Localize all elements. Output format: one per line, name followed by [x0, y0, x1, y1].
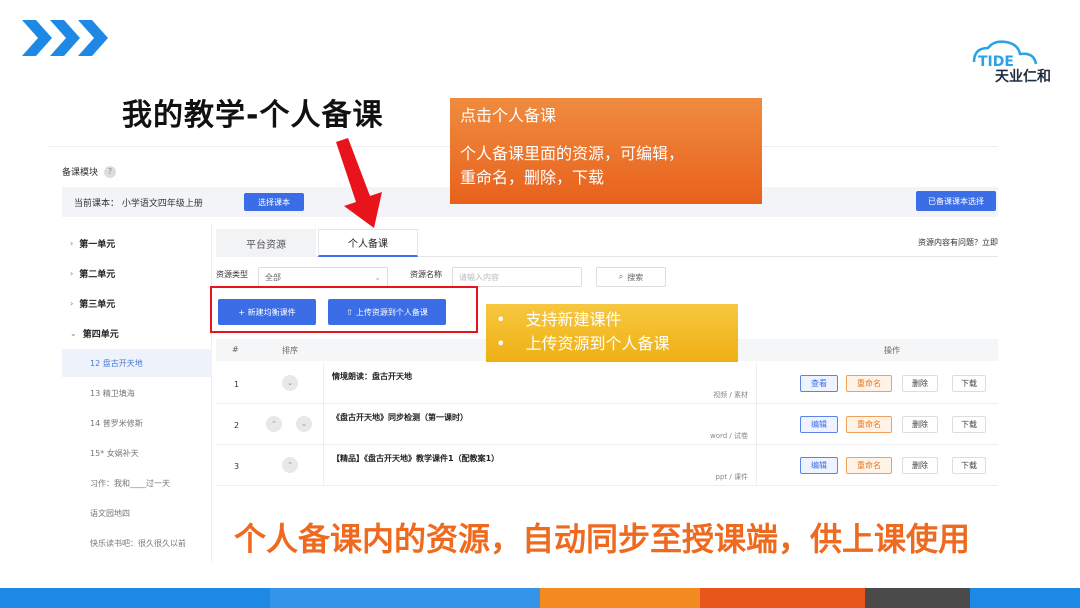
row-num: 3: [234, 462, 240, 471]
bullet-icon: •: [496, 334, 506, 353]
sidebar-item-label: 第三单元: [79, 299, 116, 310]
select-course-button[interactable]: 选择课本: [244, 193, 304, 211]
sidebar-item-garden[interactable]: 语文园地四: [62, 499, 212, 527]
resource-type-label: 资源类型: [216, 270, 248, 279]
search-button[interactable]: ⌕ 搜索: [596, 267, 666, 287]
delete-button[interactable]: 删除: [902, 457, 938, 474]
sidebar-item-reading[interactable]: 快乐读书吧：很久很久以前: [62, 529, 212, 557]
download-button[interactable]: 下载: [952, 457, 986, 474]
tab-platform-resources[interactable]: 平台资源: [216, 229, 316, 257]
callout-bullet-item: • 上传资源到个人备课: [496, 332, 728, 356]
header-sort: 排序: [282, 346, 298, 355]
orange-callout: 点击个人备课 个人备课里面的资源，可编辑， 重命名，删除，下载: [450, 98, 762, 204]
chevron-down-icon: ⌄: [70, 328, 77, 338]
delete-button[interactable]: 删除: [902, 416, 938, 433]
table-row: 3 ⌃ 【精品】《盘古开天地》教学课件1（配教案1） ppt / 课件 编辑 重…: [216, 445, 998, 486]
bullet-icon: •: [496, 310, 506, 329]
sidebar-item-unit-4[interactable]: ⌄ 第四单元: [62, 319, 212, 347]
search-icon: ⌕: [618, 272, 624, 281]
module-header: 备课模块 ?: [62, 165, 117, 178]
rename-button[interactable]: 重命名: [846, 457, 892, 474]
selected-course-button[interactable]: 已备课课本选择: [916, 191, 996, 211]
resource-title[interactable]: 《盘古开天地》同步检测（第一课时）: [332, 412, 468, 423]
move-up-icon[interactable]: ⌃: [266, 416, 282, 432]
chevron-arrows-icon: [22, 20, 108, 56]
sidebar-item-lesson-13[interactable]: 13 精卫填海: [62, 379, 212, 407]
bottom-caption: 个人备课内的资源，自动同步至授课端，供上课使用: [234, 520, 971, 558]
table-row: 2 ⌃ ⌄ 《盘古开天地》同步检测（第一课时） word / 试卷 编辑 重命名…: [216, 404, 998, 445]
resource-type: 视频 / 素材: [713, 391, 748, 399]
sidebar-item-unit-3[interactable]: › 第三单元: [62, 289, 212, 317]
callout-line: 重命名，删除，下载: [460, 168, 605, 187]
slide-title: 我的教学-个人备课: [122, 98, 384, 133]
callout-bullet-item: • 支持新建课件: [496, 308, 728, 332]
resource-name-input[interactable]: 请输入内容: [452, 267, 582, 287]
red-arrow-icon: [336, 138, 382, 228]
move-up-icon[interactable]: ⌃: [282, 457, 298, 473]
resource-type: word / 试卷: [709, 432, 748, 440]
chevron-right-icon: ›: [70, 238, 74, 248]
highlight-box: [210, 286, 478, 333]
move-down-icon[interactable]: ⌄: [296, 416, 312, 432]
sidebar-item-lesson-12[interactable]: 12 盘古开天地: [62, 349, 212, 377]
delete-button[interactable]: 删除: [902, 375, 938, 392]
callout-line: 点击个人备课: [460, 106, 557, 125]
resource-type: ppt / 课件: [715, 473, 748, 481]
sidebar-item-unit-1[interactable]: › 第一单元: [62, 229, 212, 257]
sidebar-item-composition[interactable]: 习作：我和____过一天: [62, 469, 212, 497]
yellow-callout: • 支持新建课件 • 上传资源到个人备课: [486, 304, 738, 362]
chevron-down-icon: ⌄: [374, 272, 381, 282]
sidebar-item-label: 第二单元: [79, 269, 116, 280]
column-divider: [323, 445, 324, 486]
column-divider: [756, 445, 757, 486]
sidebar-item-lesson-14[interactable]: 14 普罗米修斯: [62, 409, 212, 437]
rename-button[interactable]: 重命名: [846, 416, 892, 433]
callout-line: 上传资源到个人备课: [525, 334, 670, 353]
column-divider: [323, 363, 324, 404]
view-button[interactable]: 查看: [800, 375, 838, 392]
current-course-label: 当前课本： 小学语文四年级上册: [74, 199, 203, 209]
edit-button[interactable]: 编辑: [800, 457, 838, 474]
help-icon[interactable]: ?: [104, 165, 117, 178]
download-button[interactable]: 下载: [952, 375, 986, 392]
sidebar-item-unit-2[interactable]: › 第二单元: [62, 259, 212, 287]
rename-button[interactable]: 重命名: [846, 375, 892, 392]
resource-type-value: 全部: [265, 272, 281, 282]
column-divider: [756, 363, 757, 404]
row-num: 2: [234, 421, 240, 430]
header-num: #: [232, 345, 239, 354]
sidebar-item-lesson-15[interactable]: 15* 女娲补天: [62, 439, 212, 467]
download-button[interactable]: 下载: [952, 416, 986, 433]
column-divider: [323, 404, 324, 445]
sidebar-item-label: 第四单元: [82, 329, 119, 340]
move-down-icon[interactable]: ⌄: [282, 375, 298, 391]
callout-line: 支持新建课件: [525, 310, 622, 329]
bottom-color-bar: [0, 588, 1080, 608]
chevron-right-icon: ›: [70, 268, 74, 278]
feedback-notice[interactable]: 资源内容有问题？立即: [918, 237, 998, 248]
search-button-label: 搜索: [627, 272, 644, 282]
resource-title[interactable]: 情境朗读：盘古开天地: [332, 371, 412, 382]
table-row: 1 ⌄ 情境朗读：盘古开天地 视频 / 素材 查看 重命名 删除 下载: [216, 363, 998, 404]
tab-personal-lesson-prep[interactable]: 个人备课: [318, 229, 418, 257]
sidebar: › 第一单元 › 第二单元 › 第三单元 ⌄ 第四单元 12 盘古开天地 13 精卫填海…: [62, 225, 212, 562]
row-num: 1: [234, 380, 240, 389]
sidebar-item-label: 第一单元: [79, 239, 116, 250]
edit-button[interactable]: 编辑: [800, 416, 838, 433]
header-ops: 操作: [884, 346, 900, 355]
column-divider: [756, 404, 757, 445]
module-label: 备课模块: [62, 168, 99, 178]
resource-name-label: 资源名称: [410, 270, 442, 279]
resource-type-select[interactable]: 全部 ⌄: [258, 267, 388, 287]
resource-title[interactable]: 【精品】《盘古开天地》教学课件1（配教案1）: [332, 453, 499, 464]
logo-text: 天业仁和: [995, 69, 1051, 85]
chevron-right-icon: ›: [70, 298, 74, 308]
callout-line: 个人备课里面的资源，可编辑，: [460, 144, 685, 163]
resource-tabs: 平台资源 个人备课 资源内容有问题？立即: [216, 229, 998, 257]
